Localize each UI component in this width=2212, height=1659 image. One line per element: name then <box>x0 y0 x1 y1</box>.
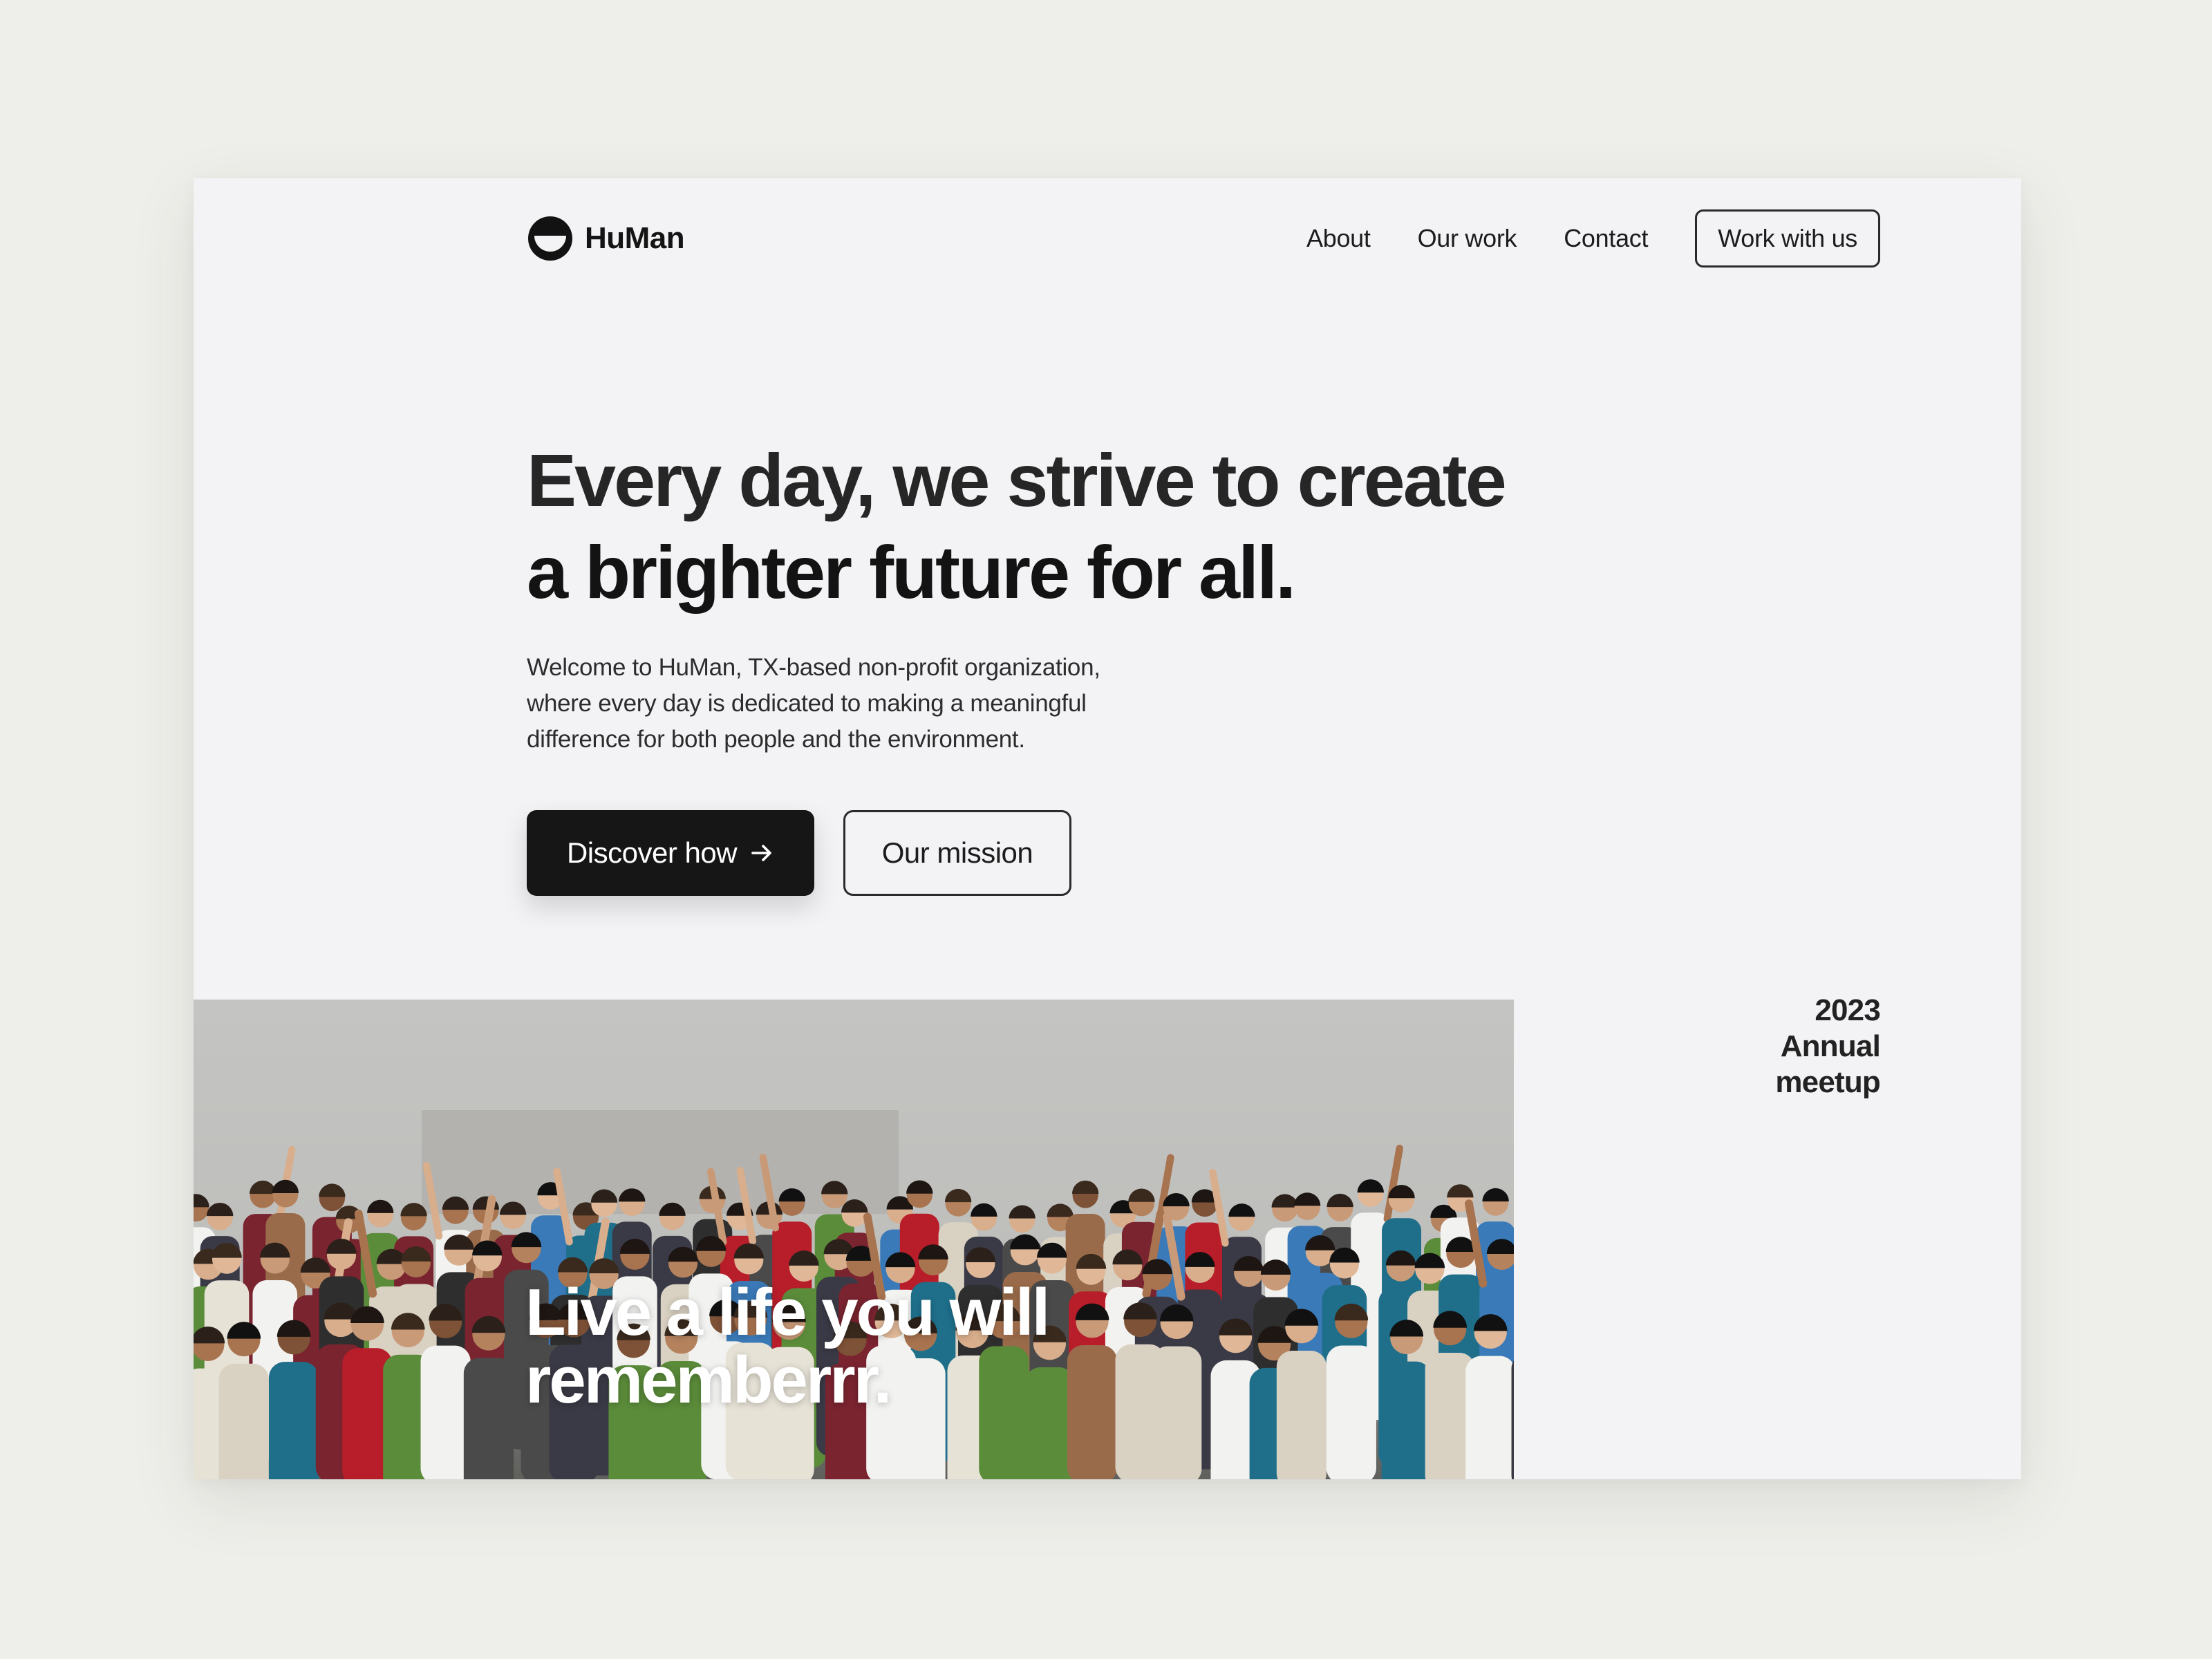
photo-caption-line-1: Live a life you will <box>525 1275 1050 1349</box>
our-mission-button[interactable]: Our mission <box>843 810 1071 896</box>
arrow-right-icon <box>751 845 771 861</box>
hero-title-line-2: a brighter future for all. <box>527 530 1296 614</box>
page-card: HuMan About Our work Contact Work with u… <box>194 178 2021 1479</box>
discover-how-button[interactable]: Discover how <box>527 810 814 896</box>
discover-how-label: Discover how <box>566 836 738 869</box>
meetup-year: 2023 <box>1815 993 1880 1027</box>
nav-link-about[interactable]: About <box>1306 224 1371 253</box>
smile-logo-icon <box>528 216 572 261</box>
hero-title: Every day, we strive to create a brighte… <box>527 434 1564 618</box>
top-navigation: HuMan About Our work Contact Work with u… <box>527 209 1880 268</box>
work-with-us-button[interactable]: Work with us <box>1695 209 1880 268</box>
hero-description-line: difference for both people and the envir… <box>527 726 1025 753</box>
hero-description-line: where every day is dedicated to making a… <box>527 690 1087 717</box>
meetup-line-annual: Annual <box>1780 1029 1881 1063</box>
hero-description: Welcome to HuMan, TX-based non-profit or… <box>527 650 1190 758</box>
annual-meetup-label: 2023 Annual meetup <box>1680 993 1880 1100</box>
brand-name: HuMan <box>585 221 685 255</box>
brand-logo-link[interactable]: HuMan <box>527 215 685 262</box>
hero-title-line-1: Every day, we strive to create <box>527 438 1507 522</box>
meetup-line-meetup: meetup <box>1775 1065 1880 1099</box>
nav-link-our-work[interactable]: Our work <box>1418 224 1517 253</box>
nav-link-contact[interactable]: Contact <box>1564 224 1648 253</box>
hero-description-line: Welcome to HuMan, TX-based non-profit or… <box>527 654 1100 681</box>
nav-links: About Our work Contact Work with us <box>1306 209 1880 268</box>
photo-caption-line-2: rememberrr. <box>525 1343 892 1417</box>
photo-caption: Live a life you will rememberrr. <box>525 1279 1147 1414</box>
